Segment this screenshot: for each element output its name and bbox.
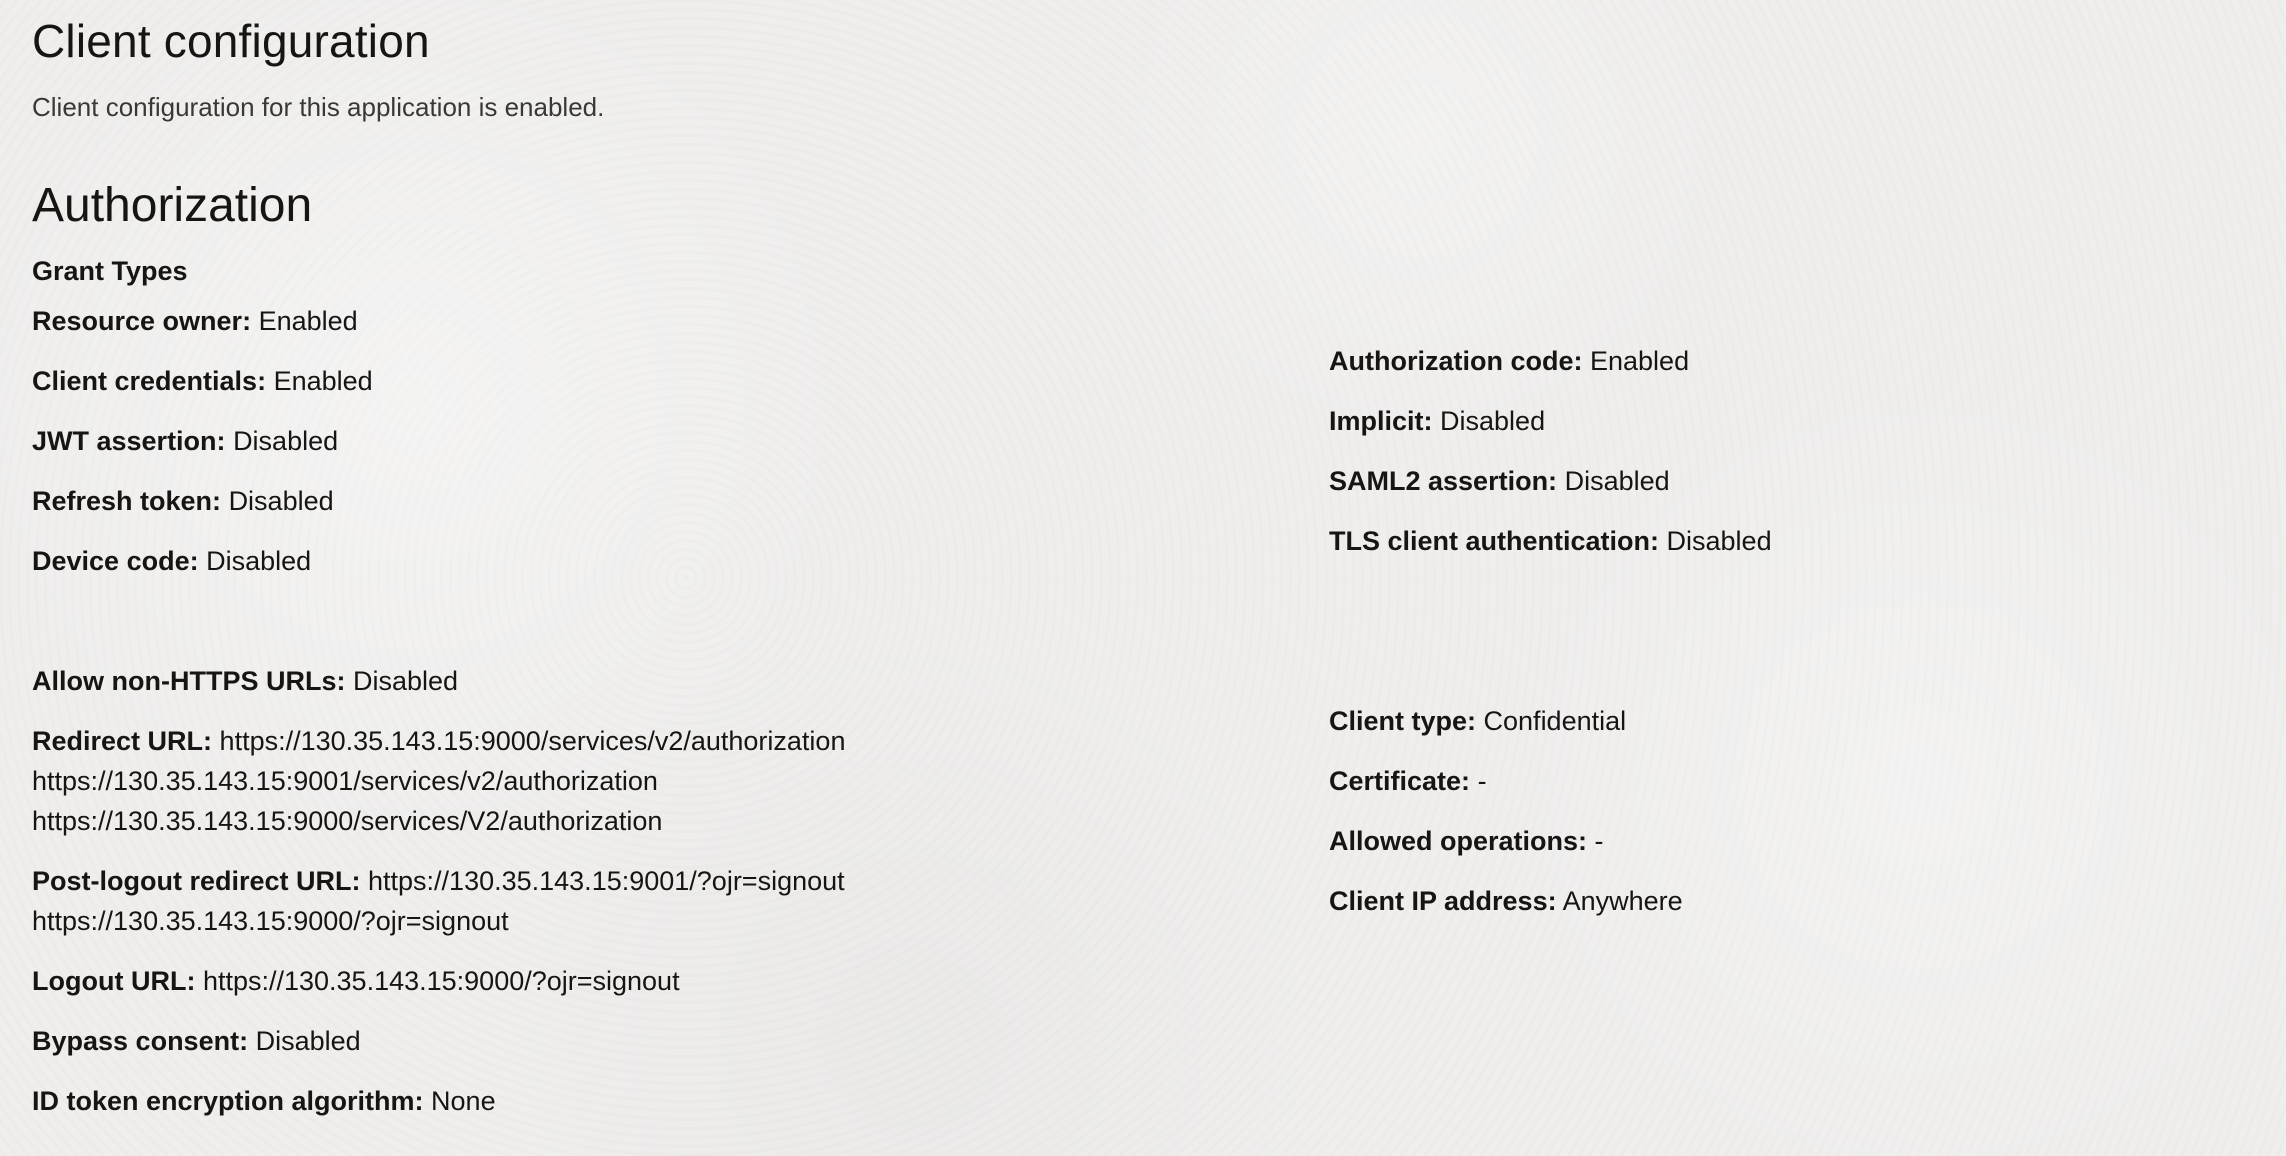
post-logout-redirect-url-value-1: https://130.35.143.15:9001/?ojr=signout (368, 866, 845, 896)
logout-url-value: https://130.35.143.15:9000/?ojr=signout (202, 966, 680, 996)
post-logout-redirect-url: Post-logout redirect URL: https://130.35… (32, 861, 845, 941)
grant-implicit: Implicit: Disabled (1329, 401, 1545, 441)
grant-authorization-code-label: Authorization code: (1329, 346, 1583, 376)
allow-non-https-urls: Allow non-HTTPS URLs: Disabled (32, 661, 458, 701)
grant-device-code-label: Device code: (32, 546, 199, 576)
grant-client-credentials: Client credentials: Enabled (32, 361, 373, 401)
grant-device-code-value: Disabled (206, 546, 312, 576)
post-logout-redirect-url-label: Post-logout redirect URL: (32, 866, 361, 896)
page-title: Client configuration (32, 15, 430, 67)
client-type: Client type: Confidential (1329, 701, 1626, 741)
bypass-consent-value: Disabled (255, 1026, 361, 1056)
post-logout-redirect-url-value-2: https://130.35.143.15:9000/?ojr=signout (32, 906, 509, 936)
client-ip-address: Client IP address: Anywhere (1329, 881, 1683, 921)
grant-implicit-value: Disabled (1440, 406, 1546, 436)
grant-client-credentials-value: Enabled (273, 366, 373, 396)
redirect-url-label: Redirect URL: (32, 726, 213, 756)
grant-jwt-assertion: JWT assertion: Disabled (32, 421, 338, 461)
allow-non-https-urls-label: Allow non-HTTPS URLs: (32, 666, 346, 696)
grant-client-credentials-label: Client credentials: (32, 366, 267, 396)
redirect-url: Redirect URL: https://130.35.143.15:9000… (32, 721, 845, 841)
client-ip-address-label: Client IP address: (1329, 886, 1557, 916)
certificate-label: Certificate: (1329, 766, 1471, 796)
grant-authorization-code: Authorization code: Enabled (1329, 341, 1689, 381)
redirect-url-value-2: https://130.35.143.15:9001/services/v2/a… (32, 766, 658, 796)
grant-implicit-label: Implicit: (1329, 406, 1433, 436)
id-token-encryption-algorithm-label: ID token encryption algorithm: (32, 1086, 424, 1116)
allowed-operations-value: - (1594, 826, 1604, 856)
logout-url-label: Logout URL: (32, 966, 196, 996)
authorization-section-title: Authorization (32, 179, 313, 232)
grant-saml2-assertion-value: Disabled (1564, 466, 1670, 496)
allowed-operations: Allowed operations: - (1329, 821, 1604, 861)
page-subtitle: Client configuration for this applicatio… (32, 92, 605, 122)
grant-authorization-code-value: Enabled (1590, 346, 1690, 376)
bypass-consent: Bypass consent: Disabled (32, 1021, 361, 1061)
grant-refresh-token-label: Refresh token: (32, 486, 222, 516)
grant-tls-client-authentication-value: Disabled (1666, 526, 1772, 556)
grant-tls-client-authentication: TLS client authentication: Disabled (1329, 521, 1772, 561)
grant-types-heading: Grant Types (32, 256, 188, 286)
grant-resource-owner-value: Enabled (258, 306, 358, 336)
grant-resource-owner: Resource owner: Enabled (32, 301, 358, 341)
grant-saml2-assertion-label: SAML2 assertion: (1329, 466, 1558, 496)
certificate-value: - (1477, 766, 1487, 796)
grant-tls-client-authentication-label: TLS client authentication: (1329, 526, 1660, 556)
allowed-operations-label: Allowed operations: (1329, 826, 1588, 856)
allow-non-https-urls-value: Disabled (352, 666, 459, 696)
grant-saml2-assertion: SAML2 assertion: Disabled (1329, 461, 1670, 501)
grant-refresh-token: Refresh token: Disabled (32, 481, 334, 521)
grant-refresh-token-value: Disabled (228, 486, 334, 516)
redirect-url-value-1: https://130.35.143.15:9000/services/v2/a… (219, 726, 846, 756)
id-token-encryption-algorithm-value: None (431, 1086, 496, 1116)
client-type-label: Client type: (1329, 706, 1477, 736)
grant-device-code: Device code: Disabled (32, 541, 311, 581)
client-type-value: Confidential (1483, 706, 1627, 736)
logout-url: Logout URL: https://130.35.143.15:9000/?… (32, 961, 680, 1001)
certificate: Certificate: - (1329, 761, 1487, 801)
grant-resource-owner-label: Resource owner: (32, 306, 252, 336)
bypass-consent-label: Bypass consent: (32, 1026, 249, 1056)
id-token-encryption-algorithm: ID token encryption algorithm: None (32, 1081, 496, 1121)
client-ip-address-value: Anywhere (1562, 886, 1683, 916)
redirect-url-value-3: https://130.35.143.15:9000/services/V2/a… (32, 806, 663, 836)
grant-jwt-assertion-value: Disabled (233, 426, 339, 456)
grant-jwt-assertion-label: JWT assertion: (32, 426, 226, 456)
